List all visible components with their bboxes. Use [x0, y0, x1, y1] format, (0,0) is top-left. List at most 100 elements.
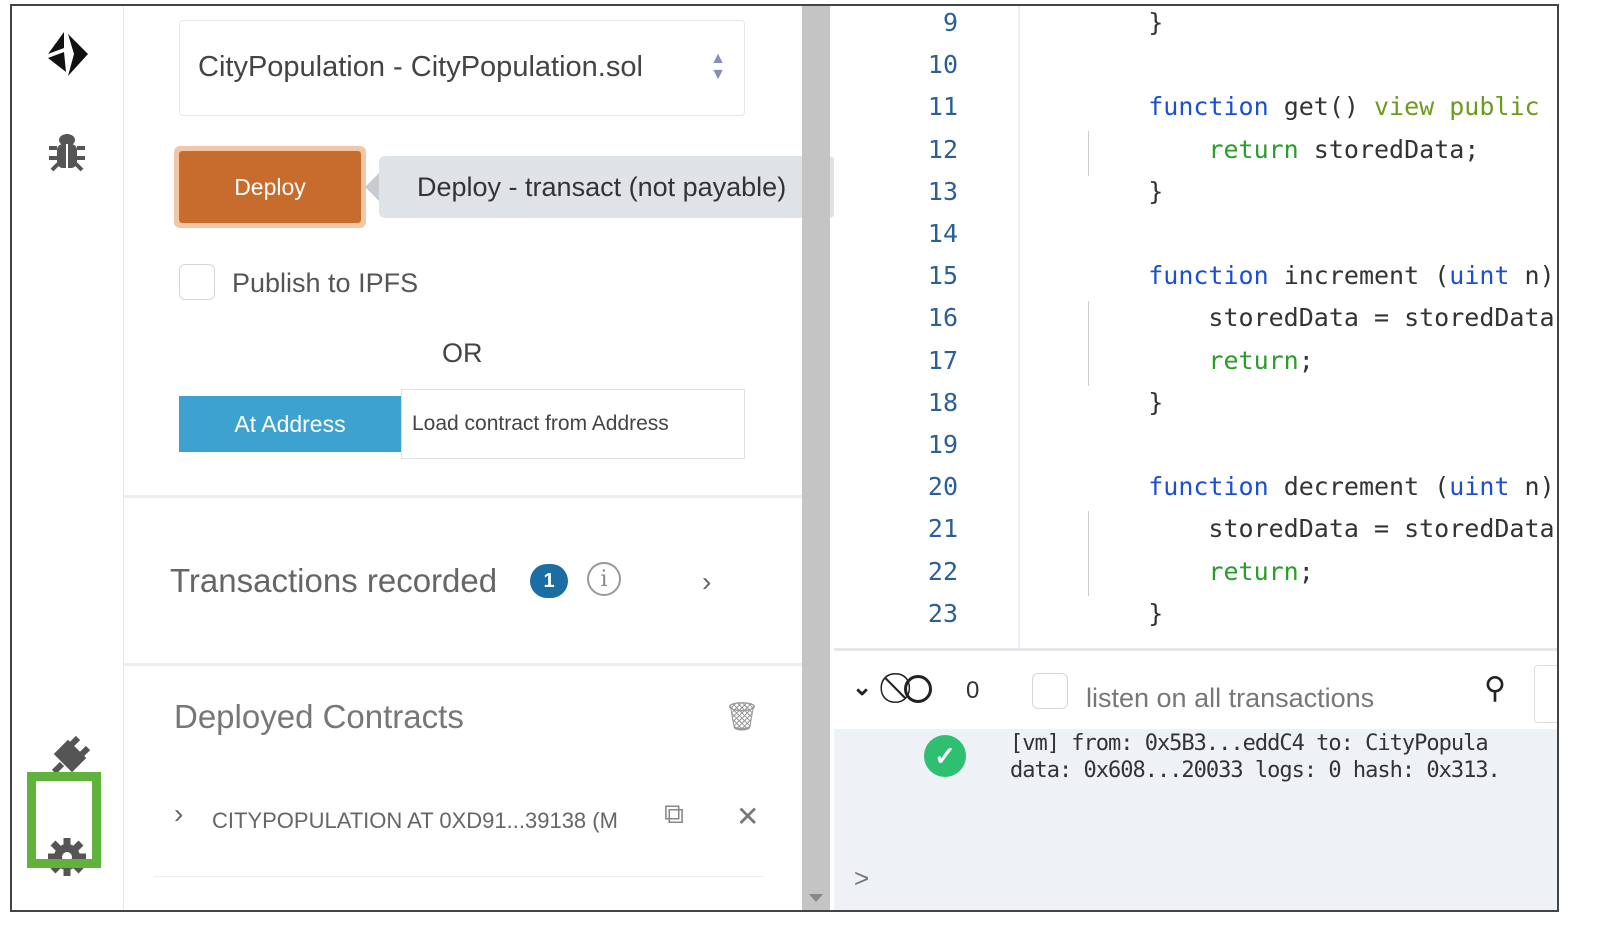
line-number: 17 — [927, 345, 958, 375]
divider — [124, 495, 802, 498]
terminal: ⌄ ⃠ 0 listen on all transactions ⚲ ✓ [vm… — [834, 648, 1557, 910]
divider — [124, 663, 802, 666]
line-number: 9 — [942, 8, 958, 37]
line-number: 21 — [927, 514, 958, 544]
panel-scrollbar[interactable] — [802, 6, 830, 910]
line-number: 12 — [927, 134, 958, 164]
remix-ide: CityPopulation - CityPopulation.sol ▲ ▼ De… — [10, 4, 1559, 912]
code-token: get() — [1268, 92, 1374, 122]
code-token: view public r — [1374, 92, 1559, 122]
transactions-count-badge: 1 — [530, 564, 568, 598]
code-line: storedData = storedData — [1088, 514, 1555, 544]
deployed-instance-label[interactable]: CITYPOPULATION AT 0XD91...39138 (M — [212, 808, 622, 834]
code-token: return — [1208, 345, 1299, 375]
line-gutter: 9 10 11 12 13 14 15 16 17 18 19 20 21 22 23 — [834, 6, 1020, 648]
code-token: decrement ( — [1268, 472, 1450, 502]
debugger-bug-icon[interactable] — [42, 126, 92, 176]
deploy-run-panel: CityPopulation - CityPopulation.sol ▲ ▼ De… — [124, 6, 835, 910]
code-line: } — [1088, 177, 1163, 206]
indent-guide — [1088, 301, 1089, 386]
code-line: } — [1088, 8, 1163, 37]
line-number: 23 — [927, 598, 958, 628]
search-icon[interactable]: ⚲ — [1484, 671, 1506, 706]
code-line: return storedData; — [1088, 135, 1479, 164]
line-number: 16 — [927, 303, 958, 333]
search-input[interactable] — [1534, 665, 1557, 723]
code-line: return; — [1088, 556, 1314, 586]
code-line: } — [1088, 599, 1163, 628]
code-token: function — [1148, 472, 1269, 502]
line-number: 13 — [927, 176, 958, 206]
remix-logo-icon[interactable] — [42, 30, 92, 80]
code-line: function increment (uint n) — [1088, 261, 1555, 291]
deployed-contracts-label: Deployed Contracts — [174, 698, 464, 735]
line-number: 10 — [927, 50, 958, 80]
code-token: ; — [1298, 345, 1314, 375]
contract-select-value: CityPopulation - CityPopulation.sol — [198, 51, 643, 83]
line-number: 22 — [927, 556, 958, 586]
transactions-recorded-label[interactable]: Transactions recorded — [170, 562, 497, 600]
double-chevron-down-icon[interactable]: ⌄ — [852, 673, 872, 702]
code-line: function decrement (uint n) — [1088, 472, 1554, 502]
publish-ipfs-label: Publish to IPFS — [232, 268, 419, 298]
code-token: storedData = storedData — [1088, 303, 1555, 333]
code-token: return — [1208, 556, 1299, 586]
line-number: 20 — [927, 472, 958, 502]
code-token: storedData; — [1298, 134, 1480, 164]
code-token: } — [1088, 387, 1164, 417]
trash-icon[interactable]: 🗑 — [724, 700, 760, 733]
line-number: 19 — [927, 430, 958, 459]
code-token: } — [1088, 8, 1164, 37]
contract-select[interactable]: CityPopulation - CityPopulation.sol ▲ ▼ — [179, 20, 745, 116]
address-input[interactable]: Load contract from Address — [401, 389, 745, 459]
success-check-icon: ✓ — [924, 735, 966, 777]
copy-icon[interactable]: ⧉ — [664, 798, 684, 831]
log-line[interactable]: [vm] from: 0x5B3...eddC4 to: CityPopula — [1010, 731, 1489, 756]
code-line: storedData = storedData — [1088, 303, 1555, 333]
indent-guide — [1088, 511, 1089, 596]
deploy-tooltip: Deploy - transact (not payable) — [365, 156, 835, 218]
deploy-button[interactable]: Deploy — [174, 146, 366, 228]
publish-ipfs-checkbox[interactable] — [179, 264, 215, 300]
expand-chevron-icon[interactable]: › — [174, 798, 183, 830]
code-token: function — [1148, 261, 1269, 291]
line-number: 18 — [927, 387, 958, 417]
console-prompt[interactable]: > — [854, 863, 869, 894]
code-line: function get() view public r — [1088, 92, 1559, 122]
or-label: OR — [442, 338, 483, 368]
code-line: } — [1088, 388, 1163, 417]
block-icon[interactable] — [904, 675, 932, 703]
listen-all-label: listen on all transactions — [1086, 683, 1375, 713]
code-token: uint — [1449, 472, 1510, 502]
code-line: return; — [1088, 345, 1314, 375]
terminal-toolbar: ⌄ ⃠ 0 listen on all transactions ⚲ — [834, 651, 1557, 729]
line-number: 11 — [927, 92, 958, 122]
code-token: uint — [1449, 261, 1510, 291]
code-token: storedData = storedData — [1088, 514, 1555, 544]
code-token: return — [1208, 134, 1299, 164]
pending-count: 0 — [966, 677, 980, 704]
indent-guide — [1088, 131, 1089, 176]
code-token: increment ( — [1268, 261, 1450, 291]
close-icon[interactable]: ✕ — [736, 800, 759, 833]
code-token: } — [1088, 176, 1164, 206]
line-number: 14 — [927, 219, 958, 248]
log-line[interactable]: data: 0x608...20033 logs: 0 hash: 0x313. — [1010, 758, 1501, 783]
deploy-label: Deploy — [179, 151, 361, 223]
code-token: n) — [1509, 261, 1555, 291]
code-token: function — [1148, 92, 1269, 122]
highlight-box — [27, 772, 101, 868]
code-editor[interactable]: 9 10 11 12 13 14 15 16 17 18 19 20 21 22 23 } function… — [834, 6, 1559, 648]
at-address-button[interactable]: At Address — [179, 396, 401, 452]
select-arrows-icon: ▲ ▼ — [710, 50, 726, 83]
code-token: ; — [1298, 556, 1314, 586]
chevron-right-icon[interactable]: › — [702, 566, 711, 598]
info-icon[interactable]: i — [587, 562, 621, 596]
listen-all-checkbox[interactable] — [1032, 673, 1068, 709]
